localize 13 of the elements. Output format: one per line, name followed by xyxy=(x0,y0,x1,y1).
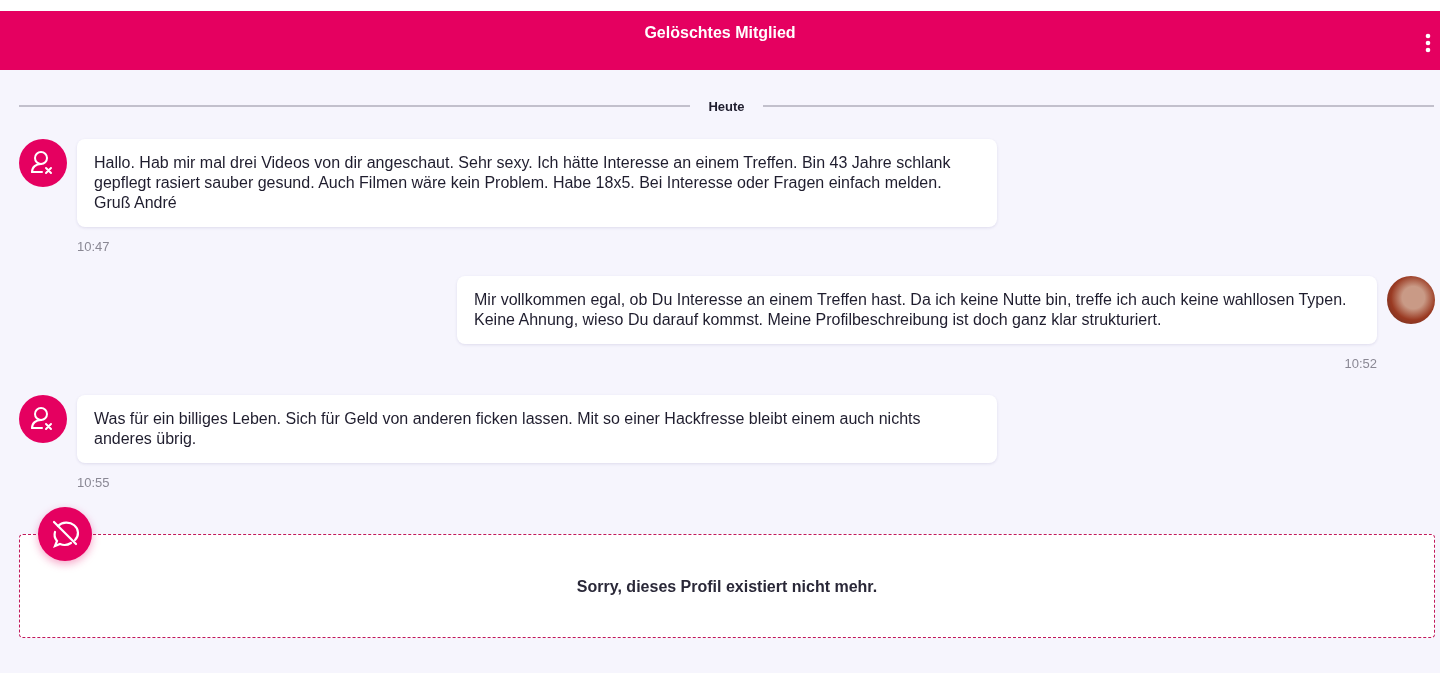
message-time: 10:52 xyxy=(1344,356,1377,371)
avatar-photo xyxy=(1387,276,1435,324)
message-time: 10:55 xyxy=(77,475,110,490)
deleted-user-icon xyxy=(19,395,67,443)
message-time: 10:47 xyxy=(77,239,110,254)
message-text: Hallo. Hab mir mal drei Videos von dir angeschaut. Sehr sexy. Ich hätte Interesse an einem Treffen. Bin 43 Jahre schlank gepflegt rasiert sauber gesund. Auch Filmen wäre kein Problem. Habe 18x5. Bei Interesse oder Fragen einfach melden. Gruß André xyxy=(77,139,997,227)
more-menu-icon[interactable] xyxy=(1424,33,1432,53)
notice-text: Sorry, dieses Profil existiert nicht mehr. xyxy=(576,577,878,596)
deleted-user-icon xyxy=(19,139,67,187)
chat-title: Gelöschtes Mitglied xyxy=(644,24,796,42)
message-text: Was für ein billiges Leben. Sich für Geld von anderen ficken lassen. Mit so einer Hackfresse bleibt einem auch nichts anderes übrig. xyxy=(77,395,997,463)
day-label: Heute xyxy=(708,98,745,114)
message-text: Mir vollkommen egal, ob Du Interesse an einem Treffen hast. Da ich keine Nutte bin, treffe ich auch keine wahllosen Typen. Keine Ahnung, wieso Du darauf kommst. Meine Profilbeschreibung ist doch ganz klar strukturiert. xyxy=(457,276,1377,344)
